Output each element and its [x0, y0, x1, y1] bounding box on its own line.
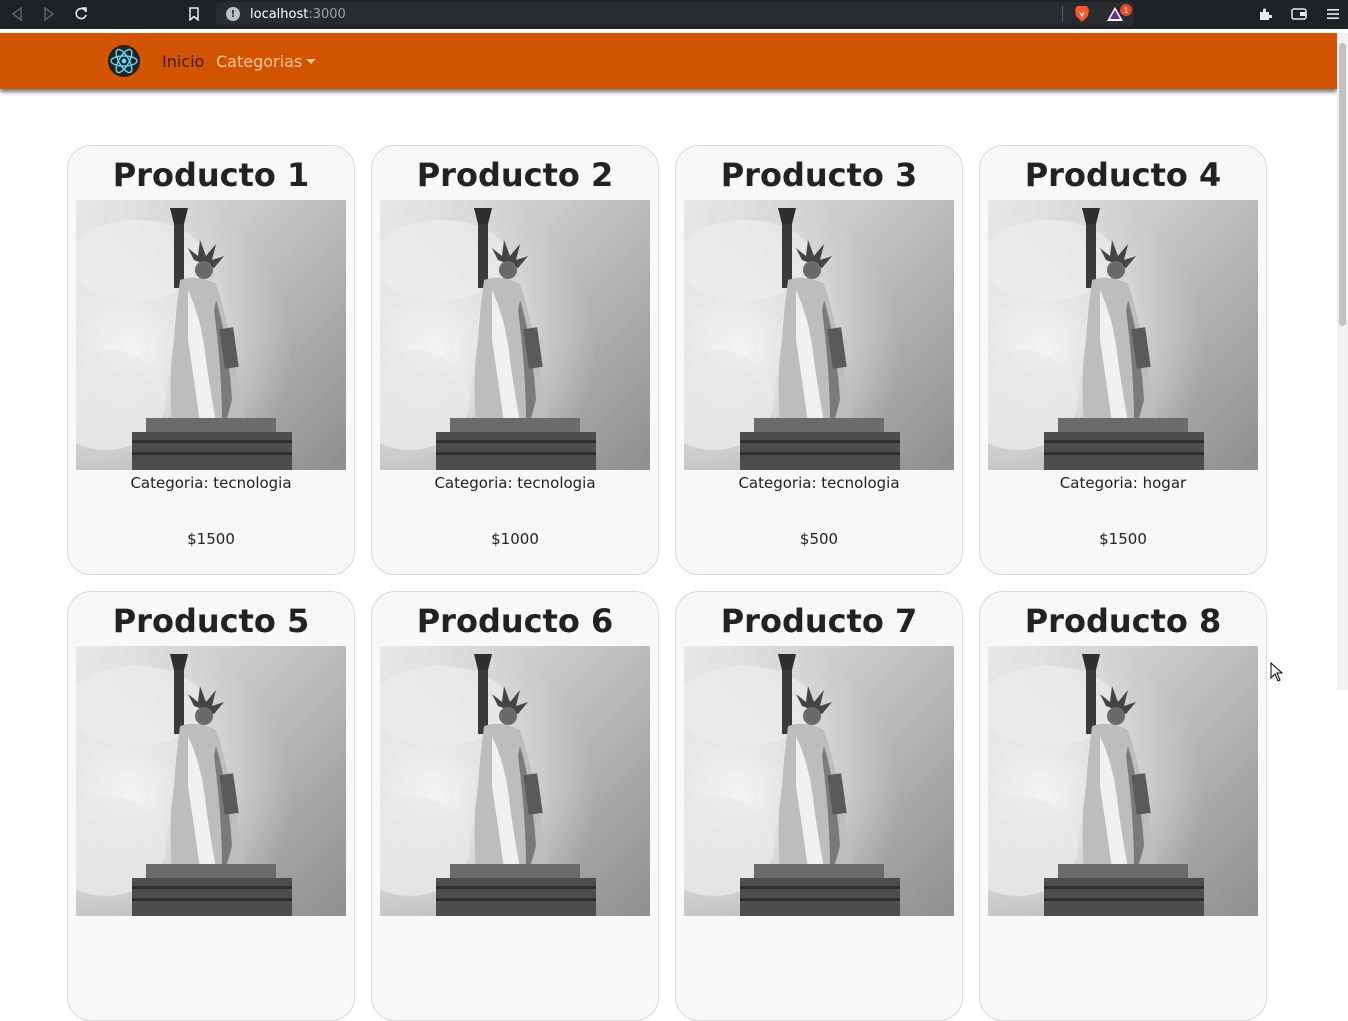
mouse-cursor-icon [1270, 662, 1284, 682]
back-icon[interactable] [6, 4, 28, 24]
product-image [380, 646, 650, 916]
divider [1062, 6, 1063, 22]
product-card[interactable]: Producto 6 [371, 591, 659, 1021]
react-logo-icon[interactable] [108, 45, 140, 77]
menu-icon[interactable] [1324, 5, 1342, 23]
product-title: Producto 8 [1024, 602, 1222, 640]
product-card[interactable]: Producto 1 Categoria: tecnologia $1500 [67, 145, 355, 575]
product-category: Categoria: tecnologia [130, 474, 292, 492]
product-title: Producto 6 [416, 602, 614, 640]
product-image [988, 646, 1258, 916]
product-price: $1500 [1099, 530, 1147, 548]
site-info-icon[interactable]: ! [226, 7, 240, 21]
product-card[interactable]: Producto 8 [979, 591, 1267, 1021]
product-price: $500 [799, 530, 839, 548]
product-card[interactable]: Producto 4 Categoria: hogar $1500 [979, 145, 1267, 575]
address-bar[interactable]: ! localhost:3000 1 [216, 2, 1134, 26]
extensions-icon[interactable] [1256, 5, 1274, 23]
product-title: Producto 2 [416, 156, 614, 194]
forward-icon[interactable] [38, 4, 60, 24]
nav-link-inicio[interactable]: Inicio [162, 52, 204, 71]
brave-shields-icon[interactable] [1074, 5, 1090, 23]
url-text: localhost:3000 [250, 7, 346, 22]
bookmark-icon[interactable] [183, 4, 205, 24]
wallet-icon[interactable] [1290, 5, 1308, 23]
nav-dropdown-categorias[interactable]: Categorias [216, 52, 317, 71]
product-card[interactable]: Producto 5 [67, 591, 355, 1021]
rewards-badge: 1 [1120, 4, 1132, 16]
app-navbar: Inicio Categorias [0, 33, 1337, 89]
product-card[interactable]: Producto 2 Categoria: tecnologia $1000 [371, 145, 659, 575]
product-image [988, 200, 1258, 470]
product-card[interactable]: Producto 7 [675, 591, 963, 1021]
scrollbar-thumb[interactable] [1339, 43, 1346, 326]
product-title: Producto 4 [1024, 156, 1222, 194]
caret-down-icon [306, 59, 317, 64]
product-title: Producto 3 [720, 156, 918, 194]
product-category: Categoria: tecnologia [738, 474, 900, 492]
product-image [684, 646, 954, 916]
product-title: Producto 5 [112, 602, 310, 640]
product-card[interactable]: Producto 3 Categoria: tecnologia $500 [675, 145, 963, 575]
product-image [684, 200, 954, 470]
page-scrollbar[interactable] [1337, 33, 1348, 690]
product-image [76, 646, 346, 916]
product-category: Categoria: tecnologia [434, 474, 596, 492]
product-title: Producto 1 [112, 156, 310, 194]
product-price: $1500 [187, 530, 235, 548]
product-title: Producto 7 [720, 602, 918, 640]
product-image [380, 200, 650, 470]
product-image [76, 200, 346, 470]
browser-toolbar: ! localhost:3000 1 [0, 0, 1348, 29]
reload-icon[interactable] [70, 4, 92, 24]
product-category: Categoria: hogar [1059, 474, 1187, 492]
product-price: $1000 [491, 530, 539, 548]
nav-dropdown-label: Categorias [216, 52, 303, 71]
